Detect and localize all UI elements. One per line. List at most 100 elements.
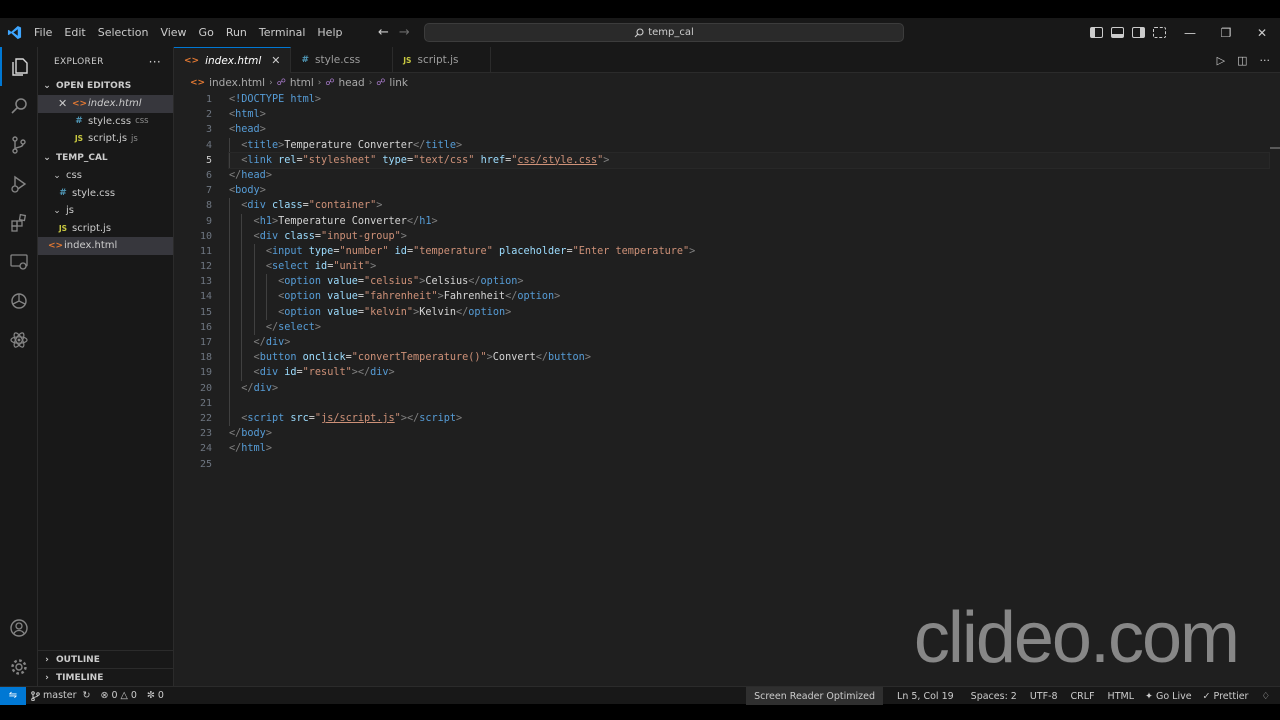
menu-help[interactable]: Help [311, 18, 348, 47]
close-icon[interactable]: ✕ [58, 97, 72, 110]
open-editor-name: index.html [88, 98, 142, 110]
screen-reader-optimized[interactable]: Screen Reader Optimized [746, 687, 884, 705]
customize-layout-icon[interactable] [1153, 27, 1166, 38]
open-editors-label: OPEN EDITORS [56, 81, 132, 91]
command-center-label: temp_cal [648, 27, 694, 38]
command-center[interactable]: temp_cal [424, 23, 904, 42]
html-file-icon: <> [190, 78, 206, 88]
css-file-icon: # [75, 116, 83, 127]
more-actions-icon[interactable]: ··· [1260, 54, 1271, 67]
line-number: 25 [199, 458, 212, 470]
activity-bar-bottom [0, 608, 38, 686]
file-item-script-js[interactable]: JS script.js [38, 220, 173, 238]
accounts-icon[interactable] [0, 608, 38, 647]
ports-indicator[interactable]: ✼ 0 [142, 690, 169, 701]
layout-controls [1090, 18, 1166, 47]
open-editor-item[interactable]: JS script.js js [38, 130, 173, 148]
menu-view[interactable]: View [154, 18, 192, 47]
radio-tower-icon: ✼ [146, 690, 155, 701]
go-live-button[interactable]: ✦ Go Live [1139, 691, 1197, 702]
breadcrumb-item[interactable]: head [338, 77, 364, 89]
line-number: 24 [199, 443, 212, 455]
chevron-down-icon: ⌄ [43, 152, 51, 163]
css-file-icon: # [59, 188, 67, 199]
toggle-secondary-sidebar-icon[interactable] [1132, 27, 1145, 38]
js-file-icon: JS [74, 134, 84, 144]
element-icon: ☍ [325, 78, 335, 88]
toggle-panel-icon[interactable] [1111, 27, 1124, 38]
source-control-icon[interactable] [0, 125, 38, 164]
remote-indicator-icon[interactable]: ⇋ [0, 686, 26, 705]
close-tab-icon[interactable]: ✕ [271, 54, 280, 67]
line-number: 15 [199, 306, 212, 318]
open-editor-name: style.css [88, 115, 132, 127]
indentation[interactable]: Spaces: 2 [959, 691, 1022, 702]
tab-style-css[interactable]: # style.css [291, 47, 394, 73]
branch-indicator[interactable]: master ↻ [26, 690, 95, 701]
chatgpt-icon[interactable] [0, 281, 38, 320]
editor-tabs: <> index.html ✕ # style.css JS script.js… [174, 47, 1280, 73]
cursor-position[interactable]: Ln 5, Col 19 [883, 691, 959, 702]
html-file-icon: <> [48, 240, 64, 251]
back-arrow-icon[interactable]: ← [378, 25, 389, 40]
open-editors-section[interactable]: ⌄ OPEN EDITORS [38, 77, 173, 95]
breadcrumb-item[interactable]: index.html [209, 77, 265, 89]
prettier-button[interactable]: ✓ Prettier [1197, 691, 1254, 702]
extensions-icon[interactable] [0, 203, 38, 242]
breadcrumb-item[interactable]: html [290, 77, 314, 89]
link-href[interactable]: css/style.css [517, 155, 597, 166]
search-icon[interactable] [0, 86, 38, 125]
code-line: <html> [229, 109, 266, 121]
timeline-section[interactable]: › TIMELINE [38, 668, 174, 686]
end-of-line[interactable]: CRLF [1063, 691, 1100, 702]
manage-gear-icon[interactable] [0, 647, 38, 686]
file-item-index-html[interactable]: <> index.html [38, 237, 173, 255]
menu-selection[interactable]: Selection [92, 18, 155, 47]
menu-run[interactable]: Run [220, 18, 253, 47]
git-branch-icon [31, 690, 40, 701]
menu-edit[interactable]: Edit [58, 18, 91, 47]
code-line: <h1>Temperature Converter</h1> [229, 213, 1269, 229]
folder-item-css[interactable]: ⌄ css [38, 167, 173, 185]
close-window-icon[interactable]: ✕ [1244, 18, 1280, 47]
menu-terminal[interactable]: Terminal [253, 18, 312, 47]
encoding[interactable]: UTF-8 [1022, 691, 1063, 702]
file-item-style-css[interactable]: # style.css [38, 184, 173, 202]
line-number: 19 [199, 367, 212, 379]
folder-item-js[interactable]: ⌄ js [38, 202, 173, 220]
ports-count: 0 [157, 690, 164, 701]
split-editor-icon[interactable]: ◫ [1237, 54, 1247, 67]
open-editor-item[interactable]: # style.css css [38, 113, 173, 131]
script-src-link[interactable]: js/script.js [321, 413, 395, 424]
code-line: <div class="container"> [229, 198, 1269, 214]
minimize-icon[interactable]: — [1172, 18, 1208, 47]
tab-script-js[interactable]: JS script.js [393, 47, 492, 73]
tab-index-html[interactable]: <> index.html ✕ [174, 47, 292, 73]
menu-file[interactable]: File [28, 18, 58, 47]
breadcrumb-item[interactable]: link [389, 77, 408, 89]
code-line: <button onclick="convertTemperature()">C… [229, 350, 1269, 366]
toggle-primary-sidebar-icon[interactable] [1090, 27, 1103, 38]
code-line: <div id="result"></div> [229, 365, 1269, 381]
notifications-bell-icon[interactable]: ♢ [1253, 691, 1280, 702]
react-atom-icon[interactable] [0, 320, 38, 359]
explorer-icon[interactable] [0, 47, 38, 86]
language-mode[interactable]: HTML [1100, 691, 1139, 702]
remote-explorer-icon[interactable] [0, 242, 38, 281]
line-number: 5 [205, 154, 212, 166]
run-debug-icon[interactable] [0, 164, 38, 203]
line-number: 16 [199, 321, 212, 333]
restore-icon[interactable]: ❐ [1208, 18, 1244, 47]
outline-section[interactable]: › OUTLINE [38, 650, 174, 668]
open-editor-item[interactable]: ✕ <> index.html [38, 95, 173, 113]
forward-arrow-icon[interactable]: → [399, 25, 410, 40]
menu-go[interactable]: Go [193, 18, 220, 47]
double-check-icon: ✓ [1202, 690, 1211, 702]
run-icon[interactable]: ▷ [1217, 54, 1225, 67]
more-actions-icon[interactable]: ··· [149, 55, 161, 69]
js-file-icon: JS [403, 55, 412, 65]
problems-indicator[interactable]: ⊗ 0 △ 0 [95, 690, 141, 701]
workspace-folder-section[interactable]: ⌄ TEMP_CAL [38, 149, 173, 167]
scrollbar-cursor-marker [1270, 147, 1280, 149]
html-file-icon: <> [184, 55, 200, 66]
